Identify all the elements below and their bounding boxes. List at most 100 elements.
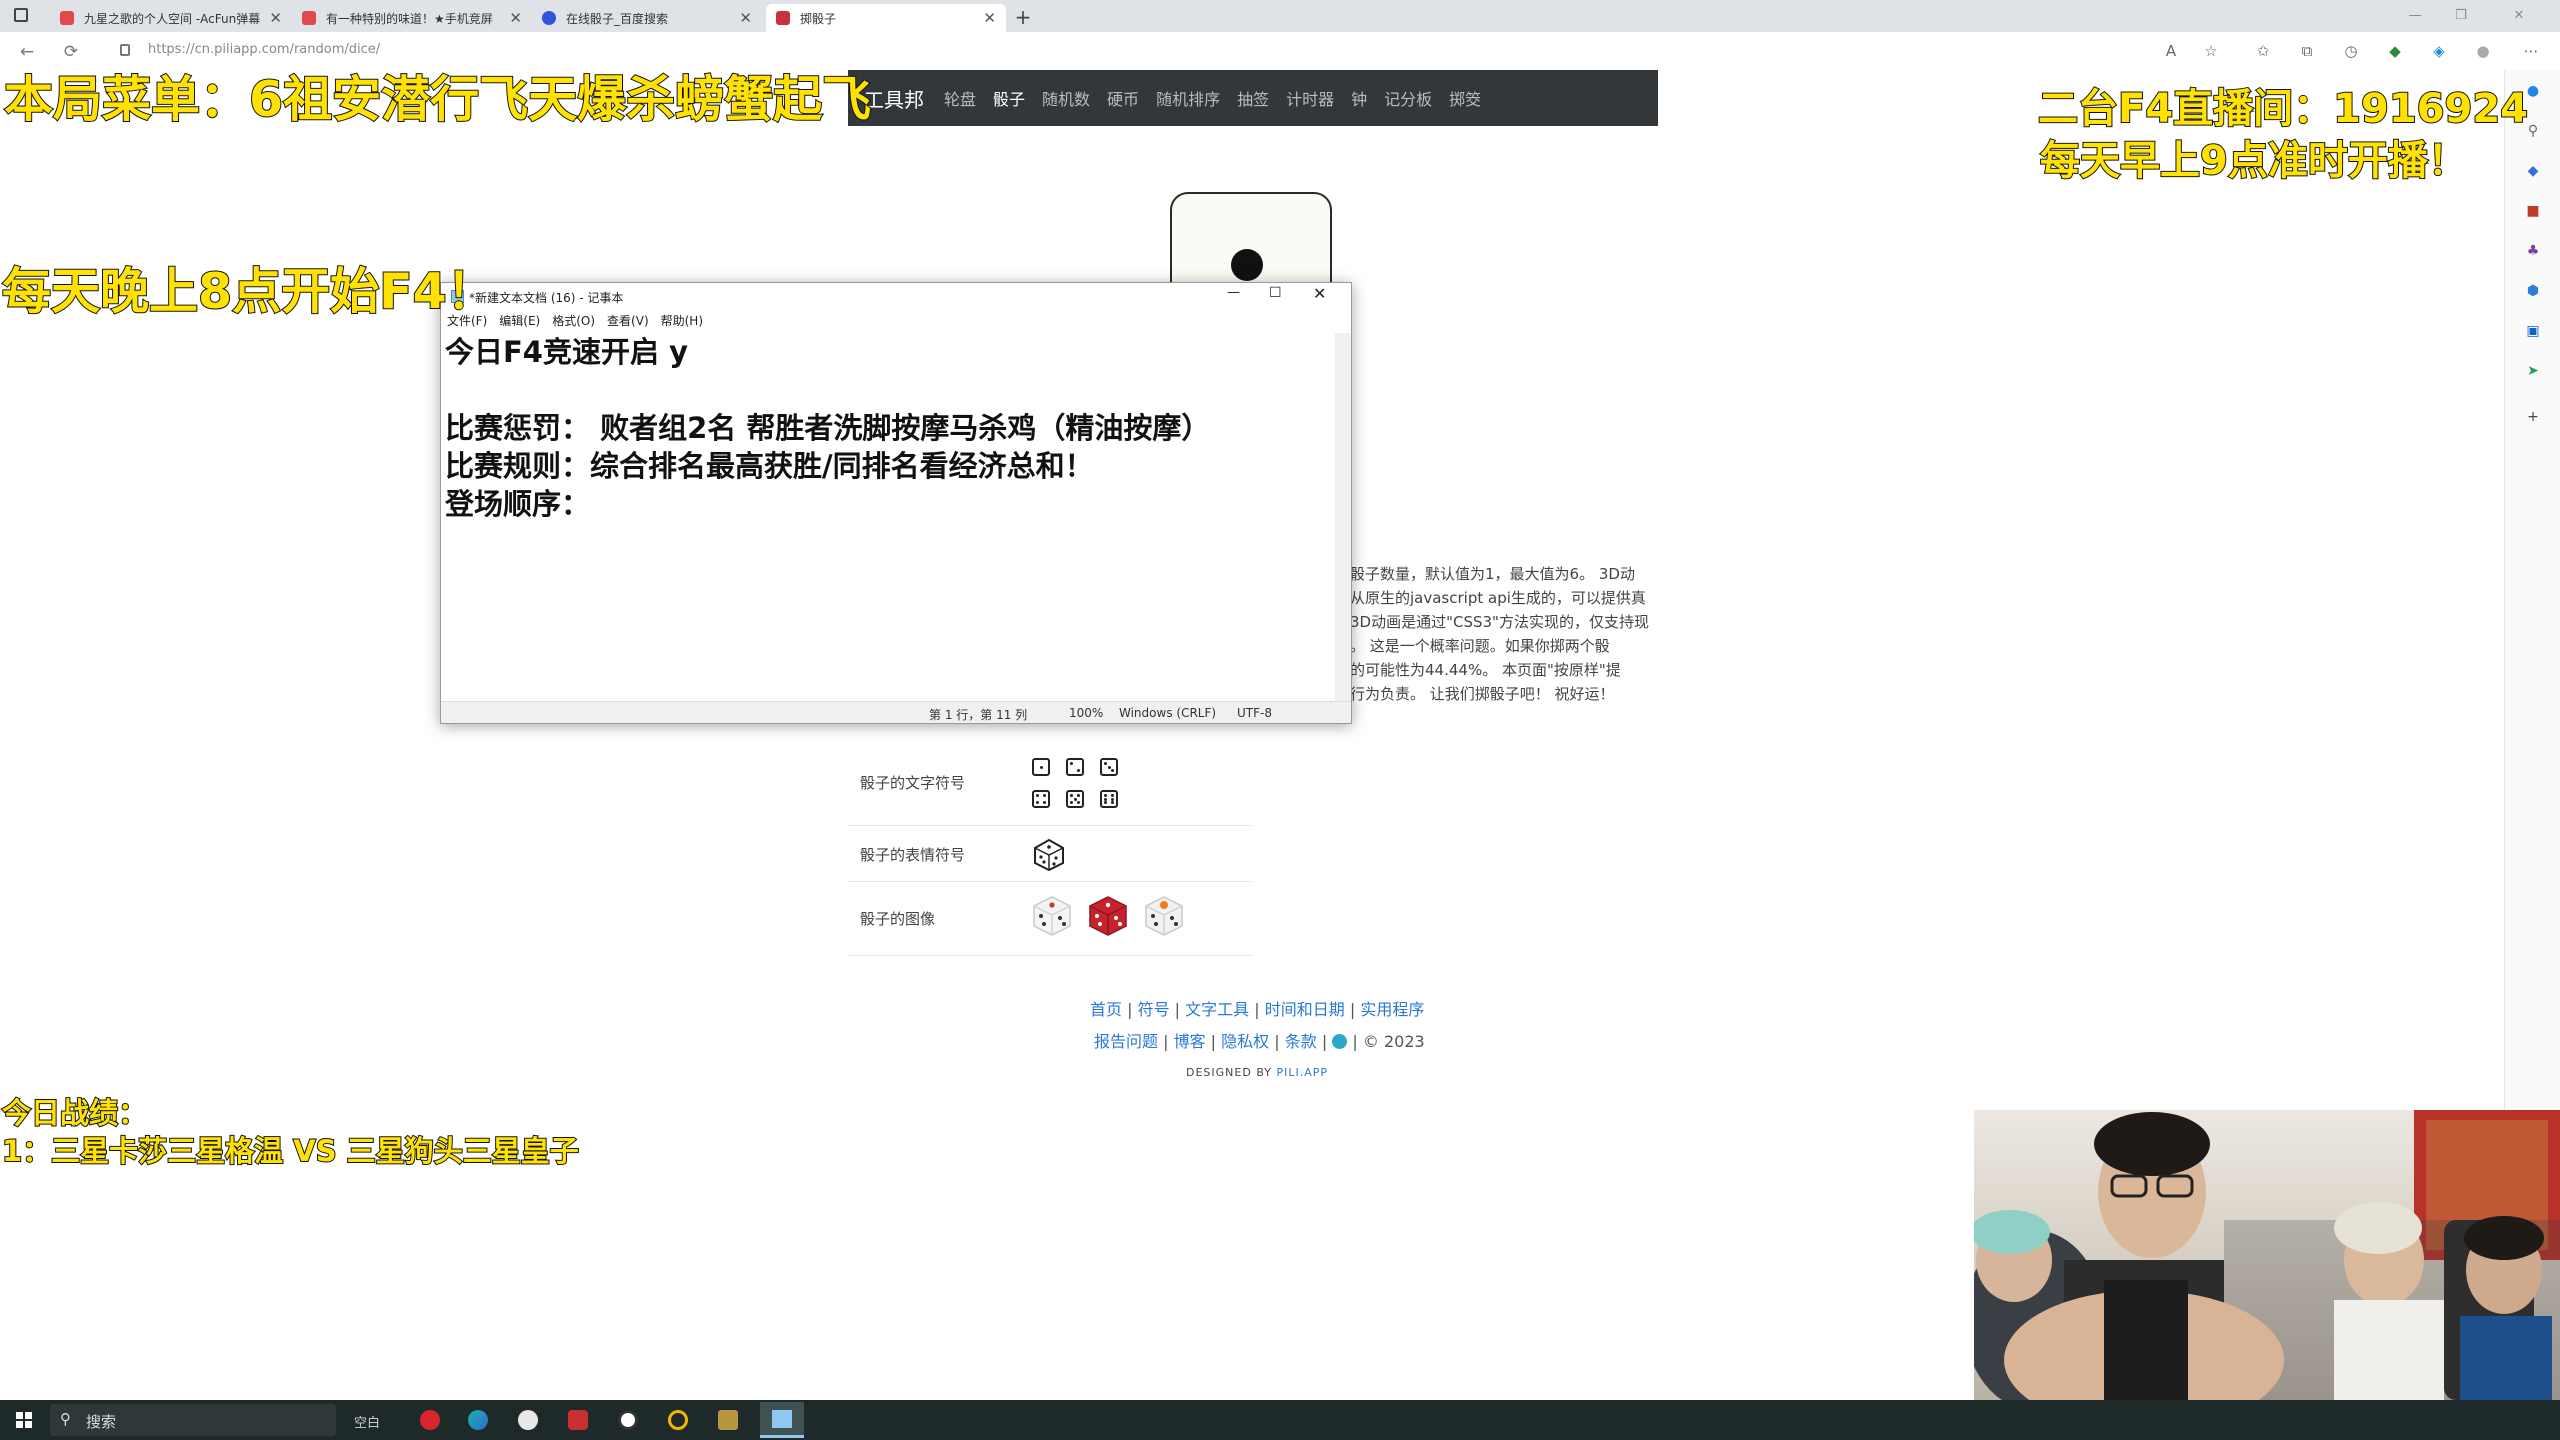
dice-emoji-icon[interactable] [1032, 838, 1066, 872]
close-tab-icon[interactable]: ✕ [983, 9, 996, 27]
notepad-close-button[interactable]: ✕ [1313, 284, 1326, 303]
steam-icon[interactable] [518, 1410, 538, 1430]
site-brand[interactable]: 工具邦 [864, 84, 924, 113]
tools-icon[interactable]: ■ [2524, 202, 2542, 220]
footer-link-privacy[interactable]: 隐私权 [1221, 1032, 1269, 1051]
orange-dot-dice-image[interactable] [1142, 894, 1186, 938]
launcher-icon[interactable] [668, 1410, 688, 1430]
netease-music-icon[interactable] [420, 1410, 440, 1430]
tab-title: 九星之歌的个人空间 -AcFun弹幕 [84, 11, 261, 26]
table-row-emoji: 骰子的表情符号 [848, 826, 1252, 882]
tab-acfun-2[interactable]: 有一种特别的味道！★手机竞屏 ✕ [292, 4, 532, 32]
footer-link-report[interactable]: 报告问题 [1094, 1032, 1158, 1051]
tab-actions-icon[interactable] [14, 8, 28, 22]
tab-baidu[interactable]: 在线骰子_百度搜索 ✕ [532, 4, 762, 32]
minimize-button[interactable]: — [2392, 0, 2438, 32]
credit-brand-link[interactable]: PILI.APP [1276, 1066, 1328, 1079]
games-icon[interactable]: ♣ [2524, 242, 2542, 260]
notepad-text-area[interactable]: 今日F4竞速开启 y 比赛惩罚： 败者组2名 帮胜者洗脚按摩马杀鸡（精油按摩） … [441, 333, 1337, 701]
copilot-icon[interactable]: ◈ [2424, 38, 2454, 64]
dice-face-4-icon[interactable] [1032, 790, 1050, 808]
close-tab-icon[interactable]: ✕ [739, 9, 752, 27]
tab-bar: 九星之歌的个人空间 -AcFun弹幕 ✕ 有一种特别的味道！★手机竞屏 ✕ 在线… [0, 0, 2560, 32]
menu-view[interactable]: 查看(V) [607, 312, 649, 329]
dice-face-6-icon[interactable] [1100, 790, 1118, 808]
text-line: 登场顺序： [445, 487, 591, 521]
tab-dice[interactable]: 掷骰子 ✕ [766, 4, 1006, 32]
footer-link-datetime[interactable]: 时间和日期 [1265, 1000, 1345, 1019]
notepad-menu: 文件(F) 编辑(E) 格式(O) 查看(V) 帮助(H) [441, 309, 1351, 331]
footer-link-blog[interactable]: 博客 [1174, 1032, 1206, 1051]
windows-start-icon[interactable] [16, 1412, 32, 1428]
more-menu-icon[interactable]: ⋯ [2516, 38, 2546, 64]
nav-item[interactable]: 掷筊 [1449, 86, 1481, 110]
lock-icon[interactable] [120, 44, 130, 56]
dice-face-1-icon[interactable] [1032, 758, 1050, 776]
close-tab-icon[interactable]: ✕ [509, 9, 522, 27]
favorites-icon[interactable]: ✩ [2248, 38, 2278, 64]
white-dice-image[interactable] [1030, 894, 1074, 938]
send-icon[interactable]: ➤ [2524, 362, 2542, 380]
notepad-minimize-button[interactable]: — [1227, 285, 1240, 300]
menu-edit[interactable]: 编辑(E) [499, 312, 540, 329]
footer-link-terms[interactable]: 条款 [1285, 1032, 1317, 1051]
nav-item[interactable]: 硬币 [1107, 86, 1139, 110]
baidu-favicon-icon [542, 11, 556, 25]
overlay-evening-schedule: 每天晚上8点开始F4！ [1, 262, 497, 321]
notepad-maximize-button[interactable]: ☐ [1269, 285, 1282, 301]
dice-face-5-icon[interactable] [1066, 790, 1084, 808]
notepad-scrollbar[interactable] [1335, 333, 1351, 701]
footer-link-text-tools[interactable]: 文字工具 [1185, 1000, 1249, 1019]
nav-item[interactable]: 计时器 [1286, 86, 1334, 110]
row-label: 骰子的表情符号 [860, 846, 966, 864]
game-app-icon[interactable] [568, 1410, 588, 1430]
notepad-window: *新建文本文档 (16) - 记事本 — ☐ ✕ 文件(F) 编辑(E) 格式(… [440, 282, 1352, 724]
overlay-morning-schedule: 每天早上9点准时开播！ [2039, 137, 2469, 185]
outlook-icon[interactable]: ▣ [2524, 322, 2542, 340]
edge-browser-icon[interactable] [468, 1410, 488, 1430]
read-aloud-icon[interactable]: A [2156, 38, 2186, 64]
profile-avatar-icon[interactable]: ● [2468, 38, 2498, 64]
footer-links-secondary: 报告问题 | 博客 | 隐私权 | 条款 | | © 2023 [1094, 1032, 1425, 1051]
league-client-icon[interactable] [718, 1410, 738, 1430]
extension-icon[interactable]: ◆ [2380, 38, 2410, 64]
add-icon[interactable]: + [2524, 408, 2542, 426]
favorite-star-icon[interactable]: ☆ [2196, 38, 2226, 64]
maximize-button[interactable]: ❐ [2438, 0, 2484, 32]
obs-icon[interactable] [618, 1410, 638, 1430]
close-tab-icon[interactable]: ✕ [269, 9, 282, 27]
url-field[interactable]: https://cn.piliapp.com/random/dice/ [148, 42, 380, 57]
tab-title: 有一种特别的味道！★手机竞屏 [326, 11, 493, 26]
nav-item[interactable]: 随机数 [1042, 86, 1090, 110]
language-globe-icon[interactable] [1332, 1034, 1348, 1049]
taskbar: ⚲ 搜索 空白 [0, 1400, 2560, 1440]
nav-item-active[interactable]: 骰子 [993, 86, 1025, 110]
menu-format[interactable]: 格式(O) [552, 312, 595, 329]
footer-link-symbols[interactable]: 符号 [1138, 1000, 1170, 1019]
text-line: 今日F4竞速开启 y [445, 335, 688, 369]
nav-item[interactable]: 轮盘 [944, 86, 976, 110]
encoding: UTF-8 [1237, 706, 1272, 720]
nav-item[interactable]: 随机排序 [1156, 86, 1220, 110]
dice-face-2-icon[interactable] [1066, 758, 1084, 776]
nav-item[interactable]: 钟 [1351, 86, 1367, 110]
footer-link-home[interactable]: 首页 [1090, 1000, 1122, 1019]
close-window-button[interactable]: ✕ [2484, 0, 2554, 32]
text-line: 比赛规则：综合排名最高获胜/同排名看经济总和！ [445, 449, 1094, 483]
history-icon[interactable]: ◷ [2336, 38, 2366, 64]
office-icon[interactable]: ⬢ [2524, 282, 2542, 300]
collections-icon[interactable]: ⧉ [2292, 38, 2322, 64]
red-dice-image[interactable] [1086, 894, 1130, 938]
tab-acfun[interactable]: 九星之歌的个人空间 -AcFun弹幕 ✕ [50, 4, 292, 32]
new-tab-button[interactable]: + [1010, 4, 1036, 30]
dice-face-3-icon[interactable] [1100, 758, 1118, 776]
shopping-icon[interactable]: ◆ [2524, 162, 2542, 180]
footer-link-utilities[interactable]: 实用程序 [1360, 1000, 1424, 1019]
description-text: 骰子数量，默认值为1，最大值为6。 3D动 从原生的javascript api… [1350, 562, 1660, 706]
taskbar-search-box[interactable]: ⚲ 搜索 [50, 1404, 336, 1436]
menu-help[interactable]: 帮助(H) [661, 312, 703, 329]
nav-item[interactable]: 抽签 [1237, 86, 1269, 110]
overlay-menu-banner: 本局菜单：6祖安潜行飞天爆杀螃蟹起飞 [3, 70, 872, 129]
taskbar-blank-label[interactable]: 空白 [354, 1412, 380, 1431]
nav-item[interactable]: 记分板 [1384, 86, 1432, 110]
